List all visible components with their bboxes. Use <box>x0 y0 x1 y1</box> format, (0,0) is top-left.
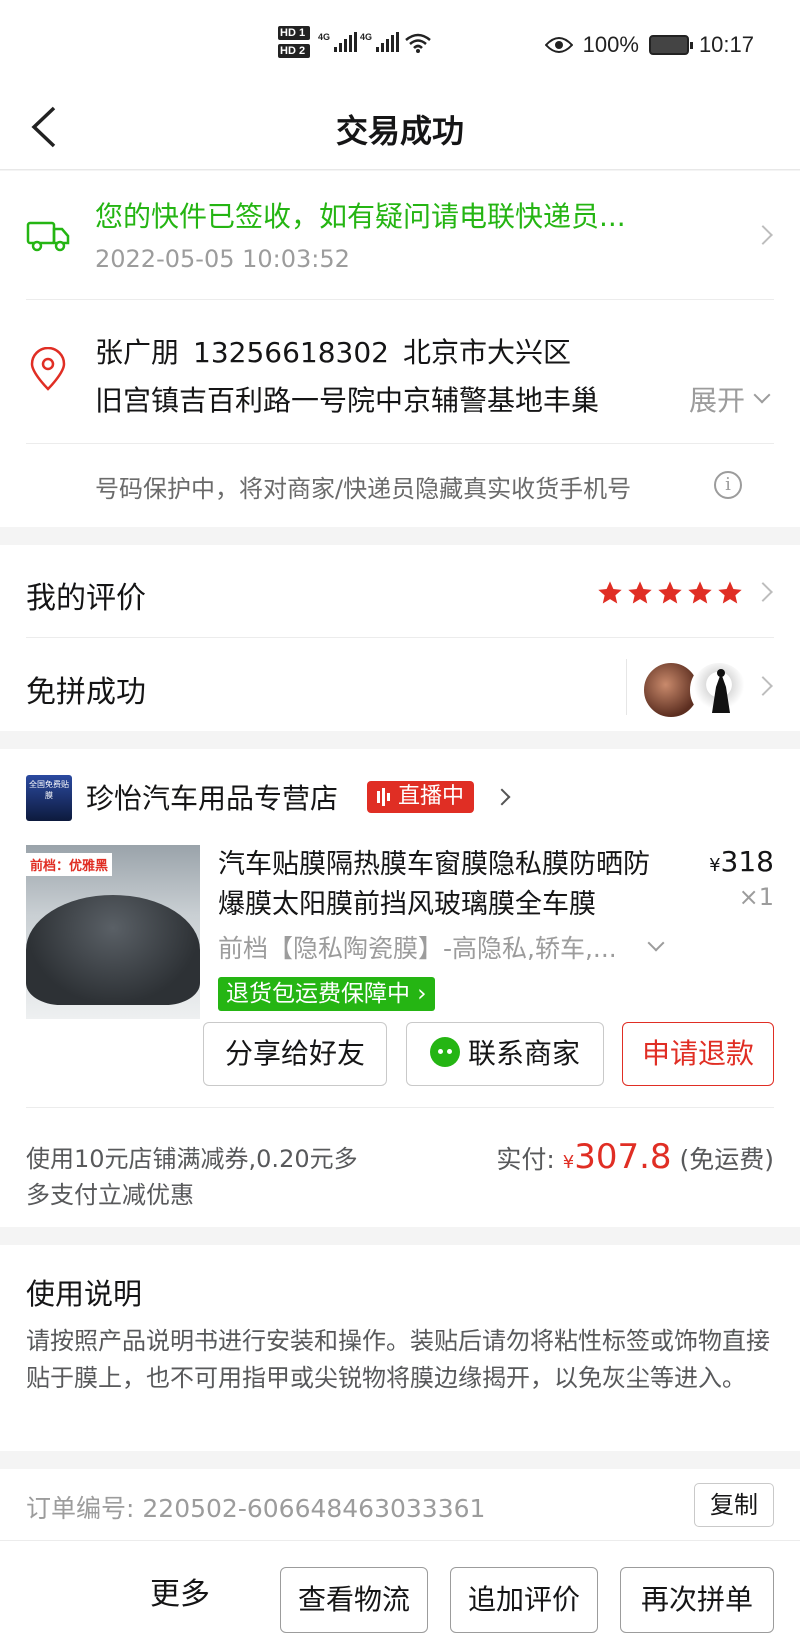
group-label: 免拼成功 <box>26 675 146 710</box>
signal-icon: 4G <box>318 32 357 56</box>
usage-title: 使用说明 <box>26 1277 143 1311</box>
review-label: 我的评价 <box>26 581 146 616</box>
hd2-label: HD 2 <box>278 44 310 58</box>
contact-seller-button[interactable]: 联系商家 <box>406 1022 604 1086</box>
chevron-right-icon <box>753 582 773 602</box>
contact-label: 联系商家 <box>467 1037 580 1070</box>
shipping-note: (免运费) <box>679 1145 774 1174</box>
product-quantity: ×1 <box>738 883 774 911</box>
star-icon <box>598 581 622 604</box>
divider <box>26 299 774 300</box>
review-card: 我的评价 免拼成功 <box>0 545 800 731</box>
car-illustration <box>26 895 200 1005</box>
divider <box>26 443 774 444</box>
store-name: 珍怡汽车用品专营店 <box>86 782 339 815</box>
currency-symbol: ¥ <box>709 855 721 876</box>
divider <box>26 1107 774 1108</box>
store-logo-text: 全国免费贴膜 <box>29 780 69 800</box>
divider <box>626 659 627 715</box>
return-shipping-badge[interactable]: 退货包运费保障中 › <box>218 977 435 1011</box>
live-icon <box>377 781 392 813</box>
copy-button[interactable]: 复制 <box>694 1483 774 1527</box>
paid-amount: 实付: ¥307.8 (免运费) <box>496 1137 774 1177</box>
group-avatars <box>642 661 748 719</box>
recipient-info: 张广朋 13256618302 北京市大兴区 <box>95 331 585 371</box>
live-label: 直播中 <box>398 784 465 809</box>
battery-percent: 100% <box>582 32 639 57</box>
view-logistics-button[interactable]: 查看物流 <box>280 1567 428 1633</box>
avatar-illustration <box>712 669 730 713</box>
store-logo: 全国免费贴膜 <box>26 775 72 821</box>
truck-icon <box>26 221 70 252</box>
product-image: 前档：优雅黑 <box>26 845 200 1019</box>
logistics-time: 2022-05-05 10:03:52 <box>95 245 350 273</box>
star-rating <box>596 579 744 607</box>
usage-text: 请按照产品说明书进行安装和操作。装贴后请勿将粘性标签或饰物直接贴于膜上，也不可用… <box>26 1327 770 1392</box>
product-spec[interactable]: 前档【隐私陶瓷膜】-高隐私,轿车,... <box>218 929 658 965</box>
avatar <box>690 661 748 719</box>
logistics-status: 您的快件已签收，如有疑问请电联快递员... <box>95 200 626 233</box>
product-title: 汽车贴膜隔热膜车窗膜隐私膜防晒防爆膜太阳膜前挡风玻璃膜全车膜 <box>218 849 650 920</box>
expand-label: 展开 <box>689 384 746 417</box>
network-type-2: 4G <box>360 32 373 42</box>
paid-label: 实付: <box>496 1145 555 1174</box>
product-price: ¥318 <box>709 845 774 878</box>
more-button[interactable]: 更多 <box>150 1569 210 1613</box>
price-value: 318 <box>720 845 774 878</box>
chevron-down-icon <box>753 386 771 404</box>
network-type-1: 4G <box>318 32 331 42</box>
logistics-card: 您的快件已签收，如有疑问请电联快递员... 2022-05-05 10:03:5… <box>0 171 800 527</box>
paid-currency: ¥ <box>562 1152 575 1173</box>
privacy-note: 号码保护中，将对商家/快递员隐藏真实收货手机号 <box>95 475 632 503</box>
eye-icon <box>544 37 573 53</box>
location-pin-icon <box>30 347 66 391</box>
usage-card: 使用说明 请按照产品说明书进行安装和操作。装贴后请勿将粘性标签或饰物直接贴于膜上… <box>0 1245 800 1451</box>
hd-indicator: HD 1 HD 2 <box>278 26 310 62</box>
coupon-note: 使用10元店铺满减券,0.20元多多支付立减优惠 <box>26 1145 358 1209</box>
guarantee-label: 退货包运费保障中 <box>226 981 410 1007</box>
live-badge[interactable]: 直播中 <box>367 781 475 813</box>
chevron-right-icon <box>753 676 773 696</box>
chevron-right-icon <box>493 788 511 806</box>
nav-bar: 交易成功 <box>0 86 800 170</box>
signal-icon: 4G <box>360 32 399 56</box>
star-icon <box>628 581 652 604</box>
star-icon <box>718 581 742 604</box>
page-title: 交易成功 <box>335 112 464 150</box>
add-review-button[interactable]: 追加评价 <box>450 1567 598 1633</box>
recipient-name: 张广朋 <box>95 336 180 369</box>
recipient-phone: 13256618302 <box>193 336 389 369</box>
address-detail: 旧宫镇吉百利路一号院中京辅警基地丰巢 <box>95 384 600 417</box>
refund-button[interactable]: 申请退款 <box>622 1022 774 1086</box>
wifi-icon <box>405 33 431 53</box>
divider <box>26 637 774 638</box>
order-number-value: 220502-606648463033361 <box>142 1494 486 1523</box>
paid-value: 307.8 <box>574 1137 672 1177</box>
star-icon <box>658 581 682 604</box>
clock: 10:17 <box>698 32 754 57</box>
regroup-button[interactable]: 再次拼单 <box>620 1567 774 1633</box>
battery-icon <box>648 35 693 55</box>
hd1-label: HD 1 <box>278 26 310 40</box>
product-image-tag: 前档：优雅黑 <box>26 853 113 876</box>
order-card: 全国免费贴膜 珍怡汽车用品专营店 直播中 前档：优雅黑 汽车贴膜隔热膜车窗膜隐私… <box>0 749 800 1227</box>
order-info-card: 订单编号: 220502-606648463033361 复制 <box>0 1469 800 1549</box>
share-button[interactable]: 分享给好友 <box>203 1022 387 1086</box>
chevron-right-icon <box>753 225 773 245</box>
info-icon[interactable]: i <box>714 471 742 499</box>
recipient-region: 北京市大兴区 <box>402 336 571 369</box>
chat-icon <box>429 1037 460 1067</box>
order-number-label: 订单编号: <box>26 1494 135 1523</box>
status-right: 100% 10:17 <box>544 32 754 58</box>
star-icon <box>688 581 712 604</box>
order-number: 订单编号: 220502-606648463033361 <box>26 1489 485 1525</box>
bottom-action-bar: 更多 查看物流 追加评价 再次拼单 <box>0 1540 800 1650</box>
status-bar: HD 1 HD 2 4G 4G 100% 10:17 <box>0 0 800 86</box>
expand-button[interactable]: 展开 <box>683 379 746 419</box>
